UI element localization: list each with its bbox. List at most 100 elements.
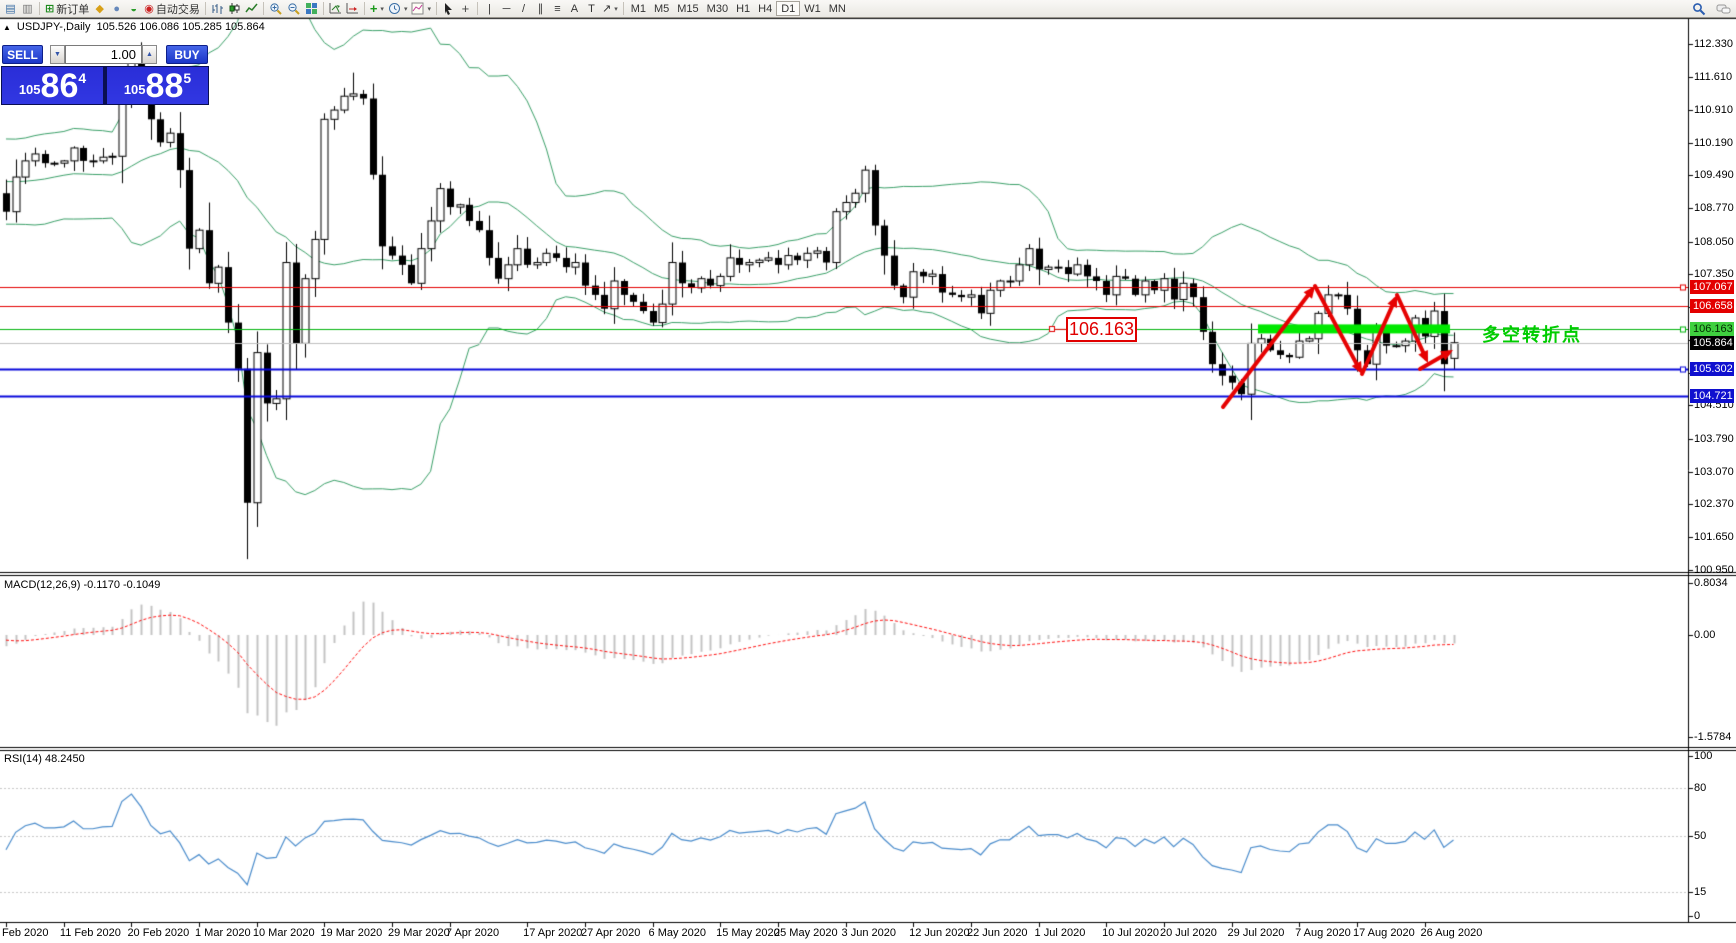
templates-button[interactable]: ▾ <box>409 1 433 17</box>
date-axis-label[interactable]: 26 Aug 2020 <box>1421 927 1483 939</box>
periods-button[interactable]: ▾ <box>386 1 410 17</box>
price-axis-tick[interactable]: 111.610 <box>1694 71 1732 83</box>
price-level-label[interactable]: 105.302 <box>1690 362 1734 376</box>
rsi-label: RSI(14) 48.2450 <box>4 753 85 765</box>
sell-button[interactable]: SELL <box>2 45 43 64</box>
market-watch-icon[interactable]: ◆ <box>91 1 108 17</box>
macd-axis-tick[interactable]: 0.8034 <box>1694 577 1728 589</box>
date-axis-label[interactable]: 22 Jun 2020 <box>967 927 1028 939</box>
date-axis-label[interactable]: 29 Mar 2020 <box>388 927 450 939</box>
price-axis-tick[interactable]: 108.050 <box>1694 236 1734 248</box>
bar-chart-icon[interactable] <box>209 1 226 17</box>
timeframe-m30[interactable]: M30 <box>703 1 732 16</box>
date-axis-label[interactable]: 10 Jul 2020 <box>1102 927 1159 939</box>
zoom-in-icon[interactable] <box>267 1 285 17</box>
price-axis-tick[interactable]: 107.350 <box>1694 268 1734 280</box>
price-axis-tick[interactable]: 103.070 <box>1694 466 1734 478</box>
date-axis-label[interactable]: 20 Feb 2020 <box>127 927 189 939</box>
date-axis-label[interactable]: 25 May 2020 <box>774 927 838 939</box>
timeframe-m5[interactable]: M5 <box>650 1 673 16</box>
equidistant-channel-button[interactable]: ∥ <box>532 1 549 17</box>
macd-axis-tick[interactable]: 0.00 <box>1694 629 1715 641</box>
price-axis-tick[interactable]: 109.490 <box>1694 169 1734 181</box>
date-axis-label[interactable]: 3 Jun 2020 <box>842 927 896 939</box>
price-axis-tick[interactable]: 110.190 <box>1694 137 1733 149</box>
date-axis-label[interactable]: Feb 2020 <box>2 927 48 939</box>
date-axis-label[interactable]: 19 Mar 2020 <box>320 927 382 939</box>
price-axis-tick[interactable]: 108.770 <box>1694 202 1734 214</box>
timeframe-w1[interactable]: W1 <box>800 1 825 16</box>
rsi-axis-tick[interactable]: 50 <box>1694 830 1706 842</box>
price-level-label[interactable]: 106.658 <box>1690 299 1734 313</box>
price-axis-tick[interactable]: 103.790 <box>1694 433 1734 445</box>
date-axis-label[interactable]: 7 Aug 2020 <box>1295 927 1351 939</box>
candlestick-chart-icon[interactable] <box>226 1 243 17</box>
timeframe-m15[interactable]: M15 <box>673 1 702 16</box>
chart-canvas[interactable] <box>0 0 1736 943</box>
label-button[interactable]: T <box>583 1 600 17</box>
fibonacci-button[interactable]: ≡ <box>549 1 566 17</box>
timeframe-h1[interactable]: H1 <box>732 1 754 16</box>
rsi-axis-tick[interactable]: 0 <box>1694 910 1700 922</box>
date-axis-label[interactable]: 20 Jul 2020 <box>1160 927 1217 939</box>
horizontal-line-button[interactable]: ─ <box>498 1 515 17</box>
sell-price-button[interactable]: 105 86 4 <box>2 67 103 104</box>
price-level-label[interactable]: 104.721 <box>1690 389 1734 403</box>
timeframe-m1[interactable]: M1 <box>627 1 650 16</box>
turning-point-label[interactable]: 多空转折点 <box>1482 321 1582 347</box>
profiles-icon[interactable]: ▥ <box>19 1 36 17</box>
new-chart-icon[interactable]: ▤ <box>2 1 19 17</box>
buy-button[interactable]: BUY <box>166 45 208 64</box>
community-icon[interactable]: ● <box>108 1 125 17</box>
auto-scroll-icon[interactable] <box>327 1 344 17</box>
date-axis-label[interactable]: 15 May 2020 <box>716 927 780 939</box>
price-axis-tick[interactable]: 100.950 <box>1694 564 1734 576</box>
cursor-button[interactable] <box>440 1 457 17</box>
arrows-button[interactable]: ↗▾ <box>600 1 620 17</box>
rsi-axis-tick[interactable]: 15 <box>1694 886 1706 898</box>
date-axis-label[interactable]: 11 Feb 2020 <box>60 927 121 939</box>
date-axis-label[interactable]: 17 Aug 2020 <box>1353 927 1415 939</box>
vertical-line-button[interactable]: | <box>481 1 498 17</box>
text-button[interactable]: A <box>566 1 583 17</box>
crosshair-button[interactable]: + <box>457 1 474 17</box>
price-level-label[interactable]: 106.163 <box>1690 322 1734 336</box>
signals-icon[interactable]: ◒ <box>125 1 142 17</box>
volume-input[interactable] <box>65 45 142 64</box>
price-axis-tick[interactable]: 112.330 <box>1694 38 1733 50</box>
date-axis-label[interactable]: 29 Jul 2020 <box>1228 927 1285 939</box>
macd-axis-tick[interactable]: -1.5784 <box>1694 731 1731 743</box>
chart-shift-icon[interactable] <box>344 1 361 17</box>
search-icon[interactable] <box>1690 1 1708 17</box>
volume-down-button[interactable]: ▼ <box>50 45 65 64</box>
timeframe-d1[interactable]: D1 <box>776 1 800 16</box>
timeframe-mn[interactable]: MN <box>825 1 850 16</box>
date-axis-label[interactable]: 27 Apr 2020 <box>581 927 640 939</box>
price-level-label[interactable]: 107.067 <box>1690 280 1734 294</box>
autotrading-button[interactable]: ◉自动交易 <box>142 1 202 17</box>
price-axis-tick[interactable]: 101.650 <box>1694 531 1734 543</box>
date-axis-label[interactable]: 1 Jul 2020 <box>1035 927 1086 939</box>
rsi-axis-tick[interactable]: 100 <box>1694 750 1712 762</box>
zoom-out-icon[interactable] <box>285 1 303 17</box>
price-annotation-box[interactable]: 106.163 <box>1066 317 1137 342</box>
trendline-button[interactable]: / <box>515 1 532 17</box>
line-chart-icon[interactable] <box>243 1 260 17</box>
price-axis-tick[interactable]: 102.370 <box>1694 498 1734 510</box>
volume-up-button[interactable]: ▲ <box>142 45 157 64</box>
date-axis-label[interactable]: 1 Mar 2020 <box>195 927 251 939</box>
buy-price-button[interactable]: 105 88 5 <box>107 67 208 104</box>
price-axis-tick[interactable]: 110.910 <box>1694 104 1733 116</box>
chat-icon[interactable] <box>1714 1 1733 17</box>
add-indicator-button[interactable]: +▾ <box>368 1 386 17</box>
date-axis-label[interactable]: 6 May 2020 <box>649 927 706 939</box>
date-axis-label[interactable]: 12 Jun 2020 <box>909 927 970 939</box>
date-axis-label[interactable]: 17 Apr 2020 <box>523 927 582 939</box>
timeframe-h4[interactable]: H4 <box>754 1 776 16</box>
date-axis-label[interactable]: 10 Mar 2020 <box>253 927 315 939</box>
rsi-axis-tick[interactable]: 80 <box>1694 782 1706 794</box>
price-level-label[interactable]: 105.864 <box>1690 336 1734 350</box>
date-axis-label[interactable]: 7 Apr 2020 <box>446 927 499 939</box>
tile-windows-icon[interactable] <box>303 1 320 17</box>
new-order-button[interactable]: ⊞新订单 <box>43 1 91 17</box>
